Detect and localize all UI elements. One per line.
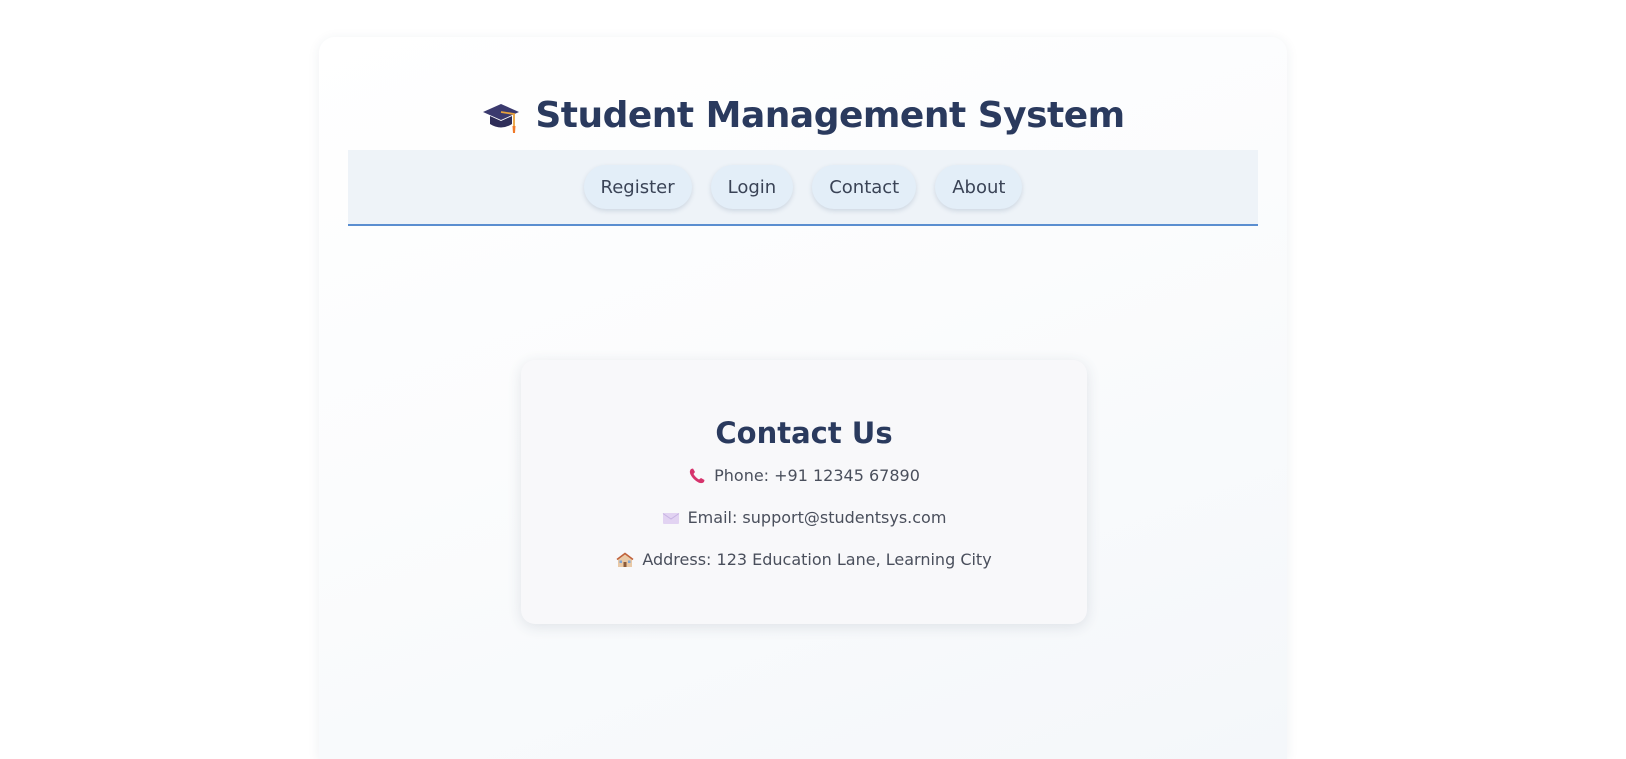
contact-address: Address: 123 Education Lane, Learning Ci…: [521, 550, 1087, 569]
envelope-icon: [662, 509, 680, 527]
page-header: Student Management System: [319, 95, 1287, 139]
contact-phone: Phone: +91 12345 67890: [521, 466, 1087, 485]
nav-register-button[interactable]: Register: [583, 165, 692, 209]
graduation-cap-icon: [481, 100, 521, 136]
nav-about-button[interactable]: About: [935, 165, 1023, 209]
telephone-icon: [688, 467, 706, 485]
school-building-icon: [616, 551, 634, 569]
contact-heading: Contact Us: [715, 416, 893, 450]
page-title-text: Student Management System: [535, 95, 1125, 136]
nav-contact-button[interactable]: Contact: [812, 165, 917, 209]
contact-email: Email: support@studentsys.com: [521, 508, 1087, 527]
contact-phone-text: Phone: +91 12345 67890: [714, 466, 920, 485]
app-container: Student Management System Register Login…: [319, 37, 1287, 759]
contact-email-text: Email: support@studentsys.com: [687, 508, 947, 527]
main-navigation: Register Login Contact About: [348, 150, 1258, 226]
contact-address-text: Address: 123 Education Lane, Learning Ci…: [642, 550, 992, 569]
contact-card: Contact Us Phone: +91 12345 67890 Email:…: [521, 360, 1087, 624]
nav-login-button[interactable]: Login: [710, 165, 794, 209]
page-title: Student Management System: [481, 95, 1125, 136]
